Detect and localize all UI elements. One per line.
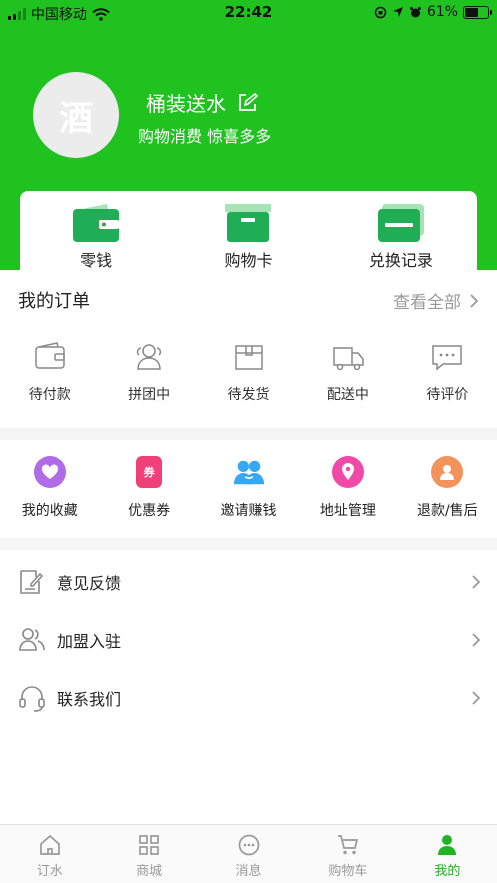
edit-icon[interactable] <box>236 92 258 114</box>
headset-icon <box>19 686 45 712</box>
wallet-outline-icon <box>34 342 65 369</box>
tab-mall[interactable]: 商城 <box>99 825 198 883</box>
avatar[interactable]: 酒 <box>33 72 119 158</box>
wallet-item-shopping-card[interactable]: 购物卡 <box>172 191 324 271</box>
avatar-char: 酒 <box>59 98 93 139</box>
order-awaiting-shipment[interactable]: 待发货 <box>199 340 298 420</box>
order-status-label: 待付款 <box>28 387 71 403</box>
alarm-icon <box>409 6 421 17</box>
menu-label: 加盟入驻 <box>57 632 122 651</box>
profile-header: 中国移动 22:42 61% 酒 桶装送水 购物消费 惊喜多多 零钱 购物卡 兑… <box>0 0 497 271</box>
order-status-label: 配送中 <box>326 387 369 403</box>
battery-icon <box>463 5 492 19</box>
service-label: 邀请赚钱 <box>220 503 277 519</box>
tab-cart[interactable]: 购物车 <box>298 825 397 883</box>
section-divider <box>0 428 497 440</box>
comment-icon <box>432 345 463 371</box>
service-invite[interactable]: 邀请赚钱 <box>199 456 298 526</box>
shop-slogan: 购物消费 惊喜多多 <box>138 127 272 146</box>
tab-label: 我的 <box>434 864 461 879</box>
orders-title: 我的订单 <box>18 291 90 312</box>
orientation-lock-icon <box>374 6 387 18</box>
chevron-right-icon <box>472 633 481 647</box>
user-icon <box>438 835 457 855</box>
wallet-item-exchange-records[interactable]: 兑换记录 <box>325 191 477 271</box>
view-all-label: 查看全部 <box>393 293 461 313</box>
view-all-orders-link[interactable]: 查看全部 <box>393 288 479 313</box>
battery-percent: 61% <box>426 4 458 20</box>
tab-label: 商城 <box>136 864 163 879</box>
orders-header: 我的订单 查看全部 <box>0 270 497 326</box>
feedback-icon <box>20 570 44 594</box>
order-status-label: 待发货 <box>227 387 270 403</box>
wallet-item-change[interactable]: 零钱 <box>20 191 172 271</box>
wallet-label: 零钱 <box>80 251 113 270</box>
location-arrow-icon <box>392 7 403 17</box>
service-label: 优惠券 <box>128 503 171 519</box>
order-status-label: 待评价 <box>426 387 469 403</box>
location-icon <box>331 456 364 488</box>
invite-icon <box>233 456 265 488</box>
order-group-buying[interactable]: 拼团中 <box>99 340 198 420</box>
order-to-review[interactable]: 待评价 <box>398 340 497 420</box>
chevron-right-icon <box>472 575 481 589</box>
order-delivering[interactable]: 配送中 <box>298 340 397 420</box>
wallet-label: 兑换记录 <box>368 251 433 270</box>
wallet-label: 购物卡 <box>224 251 273 270</box>
refund-icon <box>431 456 464 488</box>
service-address[interactable]: 地址管理 <box>298 456 397 526</box>
chevron-right-icon <box>472 691 481 705</box>
order-pending-payment[interactable]: 待付款 <box>0 340 99 420</box>
tab-label: 消息 <box>235 864 262 879</box>
shop-name-row[interactable]: 桶装送水 <box>146 88 258 117</box>
menu-label: 联系我们 <box>57 690 122 709</box>
cart-icon <box>337 835 359 855</box>
shop-name: 桶装送水 <box>146 92 226 116</box>
status-bar: 中国移动 22:42 61% <box>0 0 497 26</box>
tab-messages[interactable]: 消息 <box>199 825 298 883</box>
wallet-icon <box>73 204 120 242</box>
service-favorites[interactable]: 我的收藏 <box>0 456 99 526</box>
menu-item-contact[interactable]: 联系我们 <box>0 669 497 727</box>
order-status-row: 待付款 拼团中 待发货 配送中 待评价 <box>0 340 497 420</box>
tab-label: 购物车 <box>328 864 368 879</box>
tab-bar: 订水 商城 消息 购物车 我的 <box>0 824 497 883</box>
chevron-right-icon <box>470 293 479 308</box>
service-label: 退款/售后 <box>416 503 478 519</box>
grid-icon <box>139 835 159 855</box>
heart-icon <box>33 456 66 488</box>
group-icon <box>136 344 162 370</box>
service-label: 我的收藏 <box>21 503 78 519</box>
card-stack-icon <box>377 204 424 242</box>
box-icon <box>234 345 263 370</box>
service-coupons[interactable]: 券 优惠券 <box>99 456 198 526</box>
service-label: 地址管理 <box>319 503 376 519</box>
coupon-icon: 券 <box>136 456 163 488</box>
settings-menu: 意见反馈 加盟入驻 联系我们 <box>0 553 497 727</box>
tab-mine[interactable]: 我的 <box>398 825 497 883</box>
menu-label: 意见反馈 <box>57 574 122 593</box>
wallet-card: 零钱 购物卡 兑换记录 <box>20 191 477 271</box>
section-divider <box>0 538 497 550</box>
tab-order-water[interactable]: 订水 <box>0 825 99 883</box>
card-box-icon <box>225 204 272 242</box>
truck-icon <box>333 347 364 371</box>
join-icon <box>19 628 45 651</box>
services-row: 我的收藏 券 优惠券 邀请赚钱 地址管理 退款/售后 <box>0 456 497 526</box>
home-icon <box>39 834 60 855</box>
tab-label: 订水 <box>36 864 63 879</box>
order-status-label: 拼团中 <box>128 387 171 403</box>
service-refund[interactable]: 退款/售后 <box>398 456 497 526</box>
menu-item-join[interactable]: 加盟入驻 <box>0 611 497 669</box>
message-icon <box>238 834 259 856</box>
menu-item-feedback[interactable]: 意见反馈 <box>0 553 497 611</box>
